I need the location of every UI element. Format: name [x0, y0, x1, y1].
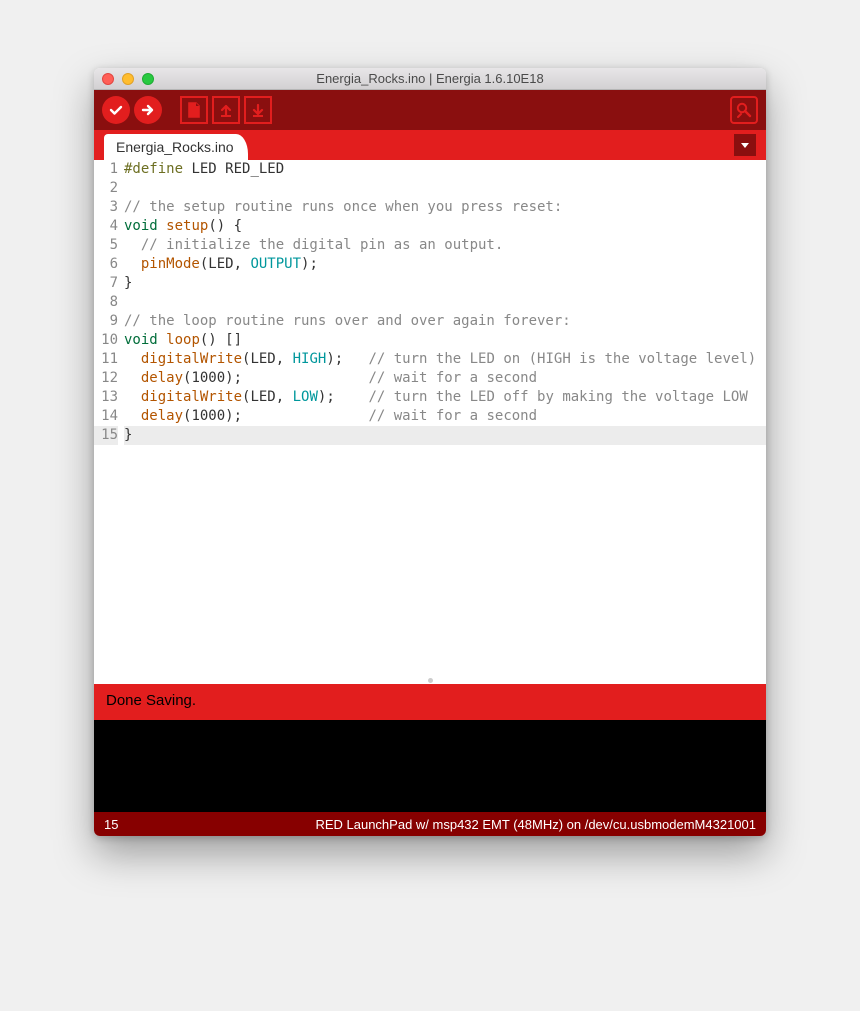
serial-monitor-icon [735, 101, 753, 119]
code-line[interactable]: digitalWrite(LED, HIGH); // turn the LED… [124, 350, 766, 369]
code-line[interactable]: delay(1000); // wait for a second [124, 369, 766, 388]
save-sketch-button[interactable] [244, 96, 272, 124]
line-number: 15 [94, 426, 118, 445]
grip-dot-icon [428, 678, 433, 683]
window-controls [102, 73, 154, 85]
code-line[interactable]: } [124, 426, 766, 445]
tab-strip: Energia_Rocks.ino [94, 130, 766, 160]
verify-button[interactable] [102, 96, 130, 124]
code-line[interactable]: } [124, 274, 766, 293]
status-message: Done Saving. [106, 692, 196, 709]
minimize-icon[interactable] [122, 73, 134, 85]
code-line[interactable]: void setup() { [124, 217, 766, 236]
line-number: 3 [94, 198, 118, 217]
triangle-down-icon [739, 139, 751, 151]
upload-button[interactable] [134, 96, 162, 124]
app-window: Energia_Rocks.ino | Energia 1.6.10E18 En… [94, 68, 766, 836]
line-number: 1 [94, 160, 118, 179]
code-area[interactable]: #define LED RED_LED // the setup routine … [124, 160, 766, 676]
code-line[interactable]: void loop() [] [124, 331, 766, 350]
new-sketch-button[interactable] [180, 96, 208, 124]
line-number: 9 [94, 312, 118, 331]
close-icon[interactable] [102, 73, 114, 85]
window-title: Energia_Rocks.ino | Energia 1.6.10E18 [94, 71, 766, 86]
footer-bar: 15 RED LaunchPad w/ msp432 EMT (48MHz) o… [94, 812, 766, 836]
line-number: 14 [94, 407, 118, 426]
code-line[interactable]: delay(1000); // wait for a second [124, 407, 766, 426]
resize-handle[interactable] [94, 676, 766, 684]
arrow-right-icon [140, 102, 156, 118]
tab-active[interactable]: Energia_Rocks.ino [104, 134, 248, 160]
line-number: 5 [94, 236, 118, 255]
toolbar [94, 90, 766, 130]
code-editor[interactable]: 123456789101112131415 #define LED RED_LE… [94, 160, 766, 676]
line-number: 10 [94, 331, 118, 350]
check-icon [108, 102, 124, 118]
code-line[interactable]: #define LED RED_LED [124, 160, 766, 179]
line-number: 2 [94, 179, 118, 198]
line-gutter: 123456789101112131415 [94, 160, 124, 676]
code-line[interactable]: pinMode(LED, OUTPUT); [124, 255, 766, 274]
line-number: 13 [94, 388, 118, 407]
serial-monitor-button[interactable] [730, 96, 758, 124]
line-number: 4 [94, 217, 118, 236]
tab-menu-button[interactable] [734, 134, 756, 156]
code-line[interactable]: // initialize the digital pin as an outp… [124, 236, 766, 255]
line-number: 6 [94, 255, 118, 274]
line-number: 11 [94, 350, 118, 369]
titlebar: Energia_Rocks.ino | Energia 1.6.10E18 [94, 68, 766, 90]
code-line[interactable]: // the loop routine runs over and over a… [124, 312, 766, 331]
footer-line-number: 15 [104, 817, 118, 832]
tab-label: Energia_Rocks.ino [116, 139, 234, 155]
file-icon [186, 102, 202, 118]
open-sketch-button[interactable] [212, 96, 240, 124]
code-line[interactable]: digitalWrite(LED, LOW); // turn the LED … [124, 388, 766, 407]
line-number: 8 [94, 293, 118, 312]
zoom-icon[interactable] [142, 73, 154, 85]
status-bar: Done Saving. [94, 684, 766, 720]
code-line[interactable] [124, 293, 766, 312]
line-number: 12 [94, 369, 118, 388]
code-line[interactable]: // the setup routine runs once when you … [124, 198, 766, 217]
upload-icon [218, 102, 234, 118]
download-icon [250, 102, 266, 118]
console-output[interactable] [94, 720, 766, 812]
code-line[interactable] [124, 179, 766, 198]
footer-board-info: RED LaunchPad w/ msp432 EMT (48MHz) on /… [315, 817, 756, 832]
line-number: 7 [94, 274, 118, 293]
